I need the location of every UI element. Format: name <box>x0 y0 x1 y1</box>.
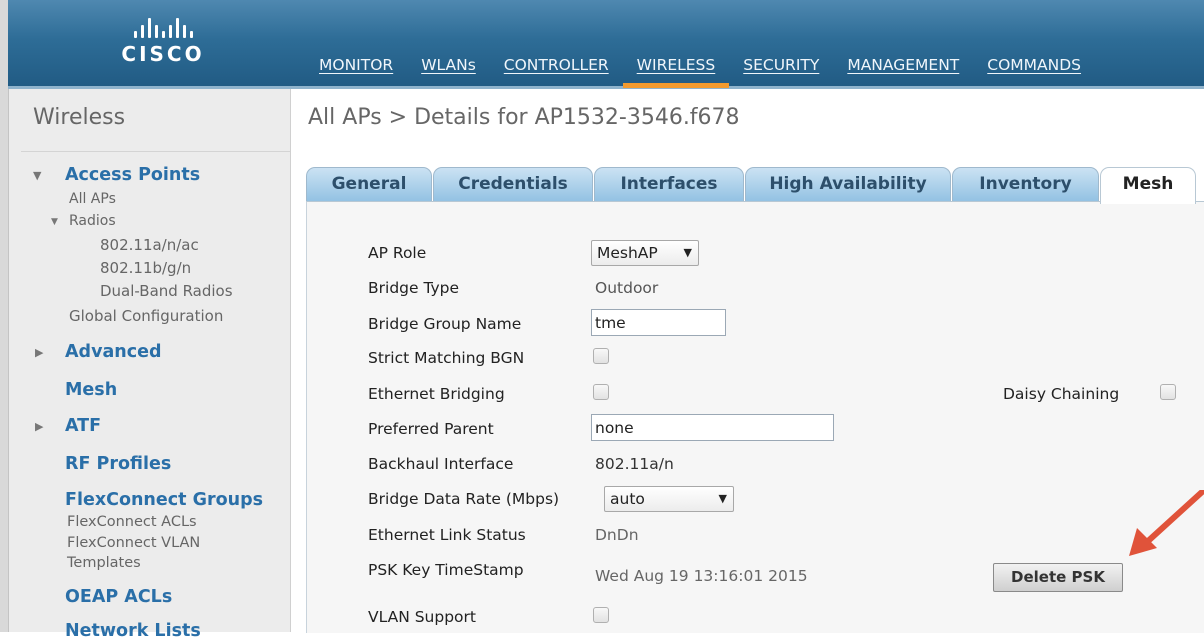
ethernet-bridging-label: Ethernet Bridging <box>368 385 505 403</box>
cisco-logo[interactable]: CISCO <box>108 16 218 66</box>
nav-controller[interactable]: CONTROLLER <box>490 55 623 86</box>
cisco-logo-text: CISCO <box>121 42 205 66</box>
sidebar: Wireless ▼ Access Points All APs ▼ Radio… <box>9 89 291 641</box>
sidebar-item-flex-vlan-templates[interactable]: Templates <box>67 555 141 571</box>
nav-wireless[interactable]: WIRELESS <box>622 55 730 88</box>
nav-monitor[interactable]: MONITOR <box>305 55 407 86</box>
ethernet-link-status-label: Ethernet Link Status <box>368 526 526 544</box>
bridge-type-value: Outdoor <box>595 279 659 297</box>
bridge-data-rate-value: auto <box>610 490 645 508</box>
sidebar-item-oeap-acls[interactable]: OEAP ACLs <box>65 587 172 607</box>
expand-triangle-icon[interactable]: ▼ <box>33 169 41 182</box>
sidebar-item-access-points[interactable]: Access Points <box>65 165 200 185</box>
red-annotation-arrow-icon <box>1129 490 1204 556</box>
sidebar-item-flex-acls[interactable]: FlexConnect ACLs <box>67 514 197 530</box>
tab-mesh[interactable]: Mesh <box>1100 167 1196 204</box>
window-edge <box>0 0 9 632</box>
top-header: CISCO MONITOR WLANs CONTROLLER WIRELESS … <box>8 0 1204 89</box>
bridge-type-label: Bridge Type <box>368 279 460 297</box>
sidebar-item-rf-profiles[interactable]: RF Profiles <box>65 454 171 474</box>
daisy-chaining-label: Daisy Chaining <box>1003 385 1120 403</box>
ethernet-link-status-value: DnDn <box>595 526 639 544</box>
main-nav: MONITOR WLANs CONTROLLER WIRELESS SECURI… <box>305 55 1095 88</box>
vlan-support-label: VLAN Support <box>368 608 476 626</box>
preferred-parent-input[interactable]: none <box>591 414 834 441</box>
dropdown-arrow-icon: ▼ <box>718 492 727 505</box>
daisy-chaining-checkbox[interactable] <box>1160 384 1176 400</box>
bridge-data-rate-select[interactable]: auto ▼ <box>604 486 734 512</box>
strict-matching-bgn-label: Strict Matching BGN <box>368 349 525 367</box>
cisco-bars-icon <box>108 16 218 38</box>
tab-high-availability[interactable]: High Availability <box>745 167 951 201</box>
sidebar-item-global-config[interactable]: Global Configuration <box>69 307 223 325</box>
sidebar-divider <box>21 151 290 152</box>
ap-role-value: MeshAP <box>597 244 658 262</box>
ap-role-select[interactable]: MeshAP ▼ <box>591 240 699 266</box>
ap-role-label: AP Role <box>368 244 427 262</box>
sidebar-item-all-aps[interactable]: All APs <box>69 191 116 207</box>
vlan-support-checkbox[interactable] <box>593 607 609 623</box>
dropdown-arrow-icon: ▼ <box>683 246 692 259</box>
expand-triangle-icon[interactable]: ▼ <box>51 217 58 227</box>
bridge-group-name-input[interactable]: tme <box>591 309 726 336</box>
nav-management[interactable]: MANAGEMENT <box>833 55 973 86</box>
sidebar-item-flex-groups[interactable]: FlexConnect Groups <box>65 490 263 510</box>
psk-key-timestamp-value: Wed Aug 19 13:16:01 2015 <box>595 567 808 585</box>
sidebar-title: Wireless <box>33 105 126 130</box>
nav-security[interactable]: SECURITY <box>729 55 833 86</box>
sidebar-item-atf[interactable]: ATF <box>65 416 101 436</box>
collapsed-triangle-icon[interactable]: ▶ <box>35 346 43 359</box>
bridge-data-rate-label: Bridge Data Rate (Mbps) <box>368 490 560 508</box>
nav-commands[interactable]: COMMANDS <box>973 55 1095 86</box>
sidebar-item-flex-vlan[interactable]: FlexConnect VLAN <box>67 535 200 551</box>
backhaul-interface-label: Backhaul Interface <box>368 455 514 473</box>
sidebar-item-radio-b[interactable]: 802.11b/g/n <box>100 259 191 277</box>
ethernet-bridging-checkbox[interactable] <box>593 384 609 400</box>
backhaul-interface-value: 802.11a/n <box>595 455 674 473</box>
nav-wlans[interactable]: WLANs <box>407 55 490 86</box>
tab-interfaces[interactable]: Interfaces <box>594 167 744 201</box>
psk-key-timestamp-label: PSK Key TimeStamp <box>368 561 524 579</box>
preferred-parent-label: Preferred Parent <box>368 420 494 438</box>
tab-general[interactable]: General <box>306 167 432 201</box>
sidebar-item-dual-band[interactable]: Dual-Band Radios <box>100 282 233 300</box>
bridge-group-name-label: Bridge Group Name <box>368 315 522 333</box>
collapsed-triangle-icon[interactable]: ▶ <box>35 420 43 433</box>
sidebar-item-mesh[interactable]: Mesh <box>65 380 117 400</box>
delete-psk-button[interactable]: Delete PSK <box>993 563 1123 592</box>
sidebar-item-advanced[interactable]: Advanced <box>65 342 162 362</box>
tab-inventory[interactable]: Inventory <box>952 167 1099 201</box>
strict-matching-bgn-checkbox[interactable] <box>593 348 609 364</box>
tab-credentials[interactable]: Credentials <box>433 167 593 201</box>
sidebar-item-radio-a[interactable]: 802.11a/n/ac <box>100 236 199 254</box>
sidebar-item-network-lists[interactable]: Network Lists <box>65 621 201 641</box>
breadcrumb: All APs > Details for AP1532-3546.f678 <box>308 105 740 130</box>
main-content: All APs > Details for AP1532-3546.f678 G… <box>291 89 1204 633</box>
sidebar-item-radios[interactable]: Radios <box>69 213 116 229</box>
